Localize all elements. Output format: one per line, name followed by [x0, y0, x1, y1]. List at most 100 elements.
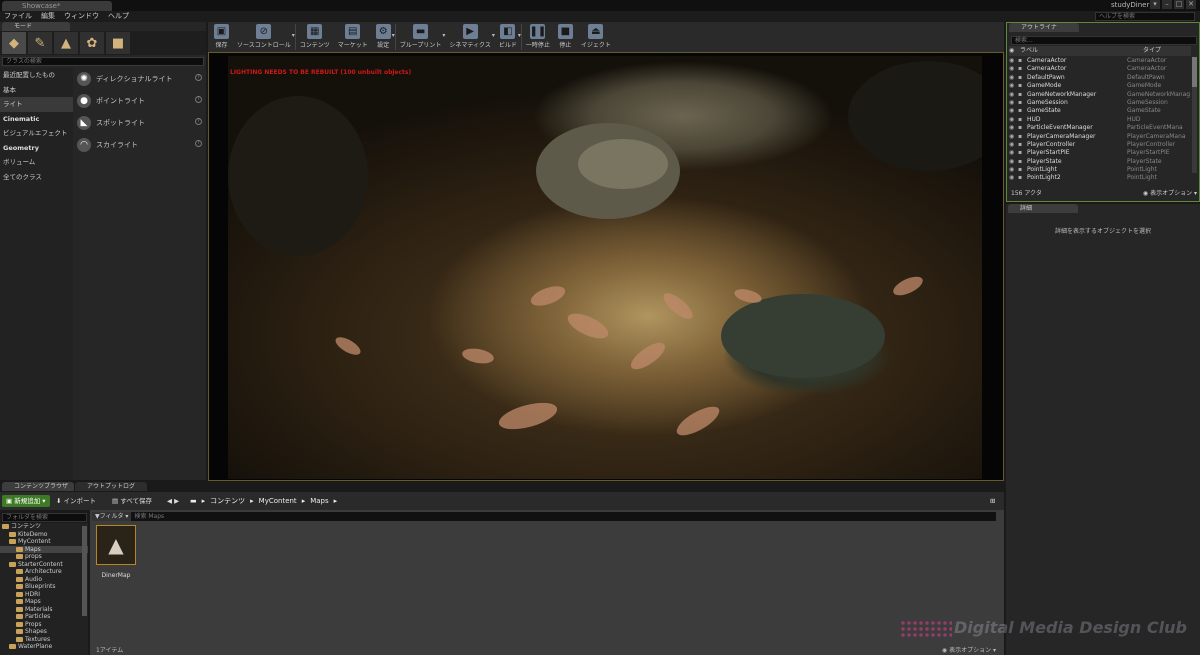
eye-icon[interactable]: ◉: [1009, 124, 1018, 132]
help-search-input[interactable]: ヘルプを検索: [1095, 12, 1195, 21]
eye-icon[interactable]: ◉: [1009, 82, 1018, 90]
outliner-scrollbar[interactable]: [1192, 57, 1197, 173]
outliner-row[interactable]: ◉ ▪ PlayerController PlayerController: [1009, 141, 1191, 149]
outliner-row[interactable]: ◉ ▪ DefaultPawn DefaultPawn: [1009, 74, 1191, 82]
breadcrumb-content[interactable]: コンテンツ: [210, 495, 245, 507]
eye-icon[interactable]: ◉: [1009, 116, 1018, 124]
category-lights[interactable]: ライト: [0, 97, 73, 112]
eye-icon[interactable]: ◉: [1009, 74, 1018, 82]
folder-tree-item[interactable]: Shapes: [0, 628, 88, 636]
maximize-icon[interactable]: □: [1174, 0, 1184, 9]
minimize-icon[interactable]: –: [1162, 0, 1172, 9]
close-icon[interactable]: ✕: [1186, 0, 1196, 9]
outliner-row[interactable]: ◉ ▪ PointLight PointLight: [1009, 166, 1191, 174]
eye-icon[interactable]: ◉: [1009, 65, 1018, 73]
chevron-down-icon[interactable]: ▾: [518, 32, 521, 39]
tab-output-log[interactable]: アウトプットログ: [75, 482, 147, 491]
breadcrumb-maps[interactable]: Maps: [310, 495, 328, 507]
outliner-row[interactable]: ◉ ▪ CameraActor CameraActor: [1009, 65, 1191, 73]
eye-icon[interactable]: ◉: [1009, 158, 1018, 166]
outliner-row[interactable]: ◉ ▪ CameraActor CameraActor: [1009, 57, 1191, 65]
folder-tree-item[interactable]: MyContent: [0, 538, 88, 546]
toolbar-button[interactable]: ▬ ブループリント ▾: [396, 22, 445, 52]
import-button[interactable]: ⬇ インポート: [52, 495, 100, 507]
class-search-input[interactable]: クラスの検索: [2, 57, 204, 66]
help-icon[interactable]: ?: [195, 74, 202, 81]
category-all-classes[interactable]: 全てのクラス: [0, 170, 73, 185]
folder-tree-scrollbar[interactable]: [82, 526, 87, 616]
folder-tree-item[interactable]: WaterPlane: [0, 643, 88, 651]
folder-search-input[interactable]: フォルダを検索: [2, 513, 87, 522]
toolbar-button[interactable]: ▶ シネマティクス ▾: [445, 22, 495, 52]
toolbar-button[interactable]: ❚❚ 一時停止: [522, 22, 554, 52]
category-visual-effects[interactable]: ビジュアルエフェクト: [0, 126, 73, 141]
folder-tree-item[interactable]: StarterContent: [0, 561, 88, 569]
outliner-row[interactable]: ◉ ▪ PlayerState PlayerState: [1009, 158, 1191, 166]
light-item[interactable]: ✺ ディレクショナルライト ?: [74, 68, 204, 90]
level-viewport[interactable]: LIGHTING NEEDS TO BE REBUILT (100 unbuil…: [208, 52, 1004, 481]
scene-render[interactable]: [228, 56, 982, 479]
place-icon[interactable]: ◆: [2, 32, 26, 54]
dropdown-icon[interactable]: ▾: [1150, 0, 1160, 9]
outliner-row[interactable]: ◉ ▪ GameMode GameMode: [1009, 82, 1191, 90]
filter-button[interactable]: ▼フィルタ ▾: [92, 512, 132, 521]
toolbar-button[interactable]: ◧ ビルド ▾: [495, 22, 521, 52]
folder-tree-item[interactable]: Textures: [0, 636, 88, 644]
outliner-row[interactable]: ◉ ▪ GameSession GameSession: [1009, 99, 1191, 107]
outliner-search-input[interactable]: 検索...: [1011, 36, 1197, 45]
view-options-button[interactable]: ◉ 表示オプション ▾: [942, 645, 996, 654]
eye-icon[interactable]: ◉: [1009, 99, 1018, 107]
outliner-row[interactable]: ◉ ▪ GameNetworkManager GameNetworkManag: [1009, 91, 1191, 99]
eye-icon[interactable]: ◉: [1009, 174, 1018, 182]
folder-tree-item[interactable]: Blueprints: [0, 583, 88, 591]
folder-tree-item[interactable]: Audio: [0, 576, 88, 584]
outliner-tab[interactable]: アウトライナ: [1009, 23, 1079, 32]
folder-tree-item[interactable]: props: [0, 553, 88, 561]
view-options-button[interactable]: ◉ 表示オプション ▾: [1143, 189, 1197, 199]
toolbar-button[interactable]: ⊘ ソースコントロール ▾: [233, 22, 295, 52]
eye-icon[interactable]: ◉: [1009, 166, 1018, 174]
add-new-button[interactable]: ▣ 新規追加 ▾: [2, 495, 50, 507]
outliner-row[interactable]: ◉ ▪ PlayerCameraManager PlayerCameraMana: [1009, 133, 1191, 141]
category-recent[interactable]: 最近配置したもの: [0, 68, 73, 83]
modes-tab[interactable]: モード: [2, 22, 70, 31]
category-basic[interactable]: 基本: [0, 83, 73, 98]
back-icon[interactable]: ◀ ▶: [163, 495, 183, 507]
lock-icon[interactable]: ⊞: [986, 495, 999, 507]
outliner-row[interactable]: ◉ ▪ HUD HUD: [1009, 116, 1191, 124]
light-item[interactable]: ● ポイントライト ?: [74, 90, 204, 112]
folder-tree-item[interactable]: Architecture: [0, 568, 88, 576]
foliage-icon[interactable]: ✿: [80, 32, 104, 54]
eye-icon[interactable]: ◉: [1009, 57, 1018, 65]
chevron-down-icon[interactable]: ▾: [392, 32, 395, 39]
folder-tree-item[interactable]: Particles: [0, 613, 88, 621]
details-tab[interactable]: 詳細: [1008, 204, 1078, 213]
toolbar-button[interactable]: ⚙ 設定 ▾: [372, 22, 395, 52]
category-volumes[interactable]: ボリューム: [0, 155, 73, 170]
folder-tree-item[interactable]: Maps: [0, 598, 88, 606]
column-type[interactable]: タイプ: [1143, 46, 1161, 56]
toolbar-button[interactable]: ▦ コンテンツ: [296, 22, 334, 52]
folder-tree-item[interactable]: KiteDemo: [0, 531, 88, 539]
help-icon[interactable]: ?: [195, 96, 202, 103]
menu-window[interactable]: ウィンドウ: [64, 11, 99, 22]
paint-icon[interactable]: ✎: [28, 32, 52, 54]
outliner-row[interactable]: ◉ ▪ PointLight2 PointLight: [1009, 174, 1191, 182]
folder-tree-item[interactable]: コンテンツ: [0, 523, 88, 531]
map-asset-icon[interactable]: ▲: [96, 525, 136, 565]
help-icon[interactable]: ?: [195, 118, 202, 125]
help-icon[interactable]: ?: [195, 140, 202, 147]
eye-icon[interactable]: ◉: [1009, 107, 1018, 115]
light-item[interactable]: ◠ スカイライト ?: [74, 134, 204, 156]
landscape-icon[interactable]: ▲: [54, 32, 78, 54]
outliner-row[interactable]: ◉ ▪ ParticleEventManager ParticleEventMana: [1009, 124, 1191, 132]
eye-icon[interactable]: ◉: [1009, 91, 1018, 99]
folder-tree-item[interactable]: Materials: [0, 606, 88, 614]
folder-tree-item[interactable]: HDRI: [0, 591, 88, 599]
category-cinematic[interactable]: Cinematic: [0, 112, 73, 127]
tab-content-browser[interactable]: コンテンツブラウザ: [2, 482, 74, 491]
light-item[interactable]: ◣ スポットライト ?: [74, 112, 204, 134]
chevron-down-icon[interactable]: ▾: [292, 32, 295, 39]
asset-search-input[interactable]: 検索 Maps: [131, 512, 996, 521]
category-geometry[interactable]: Geometry: [0, 141, 73, 156]
